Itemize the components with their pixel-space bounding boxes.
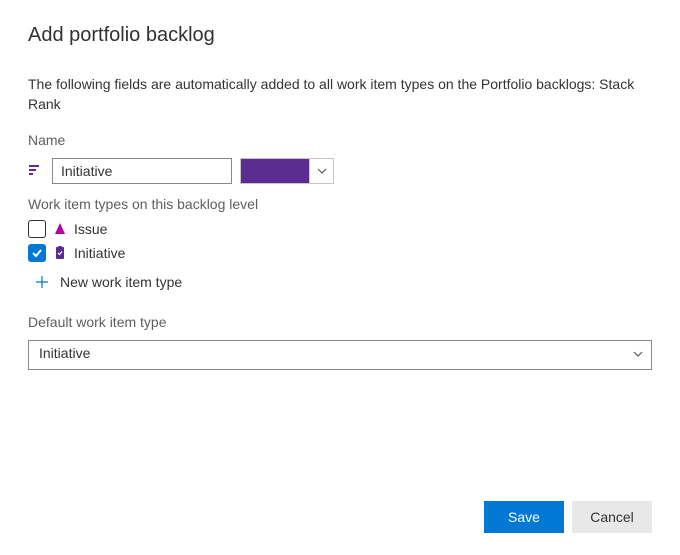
add-work-item-type-label: New work item type xyxy=(60,274,182,290)
issue-icon xyxy=(52,221,68,237)
checkbox-initiative[interactable] xyxy=(28,244,46,262)
chevron-down-icon[interactable] xyxy=(309,159,333,183)
dialog-footer: Save Cancel xyxy=(484,501,652,533)
work-item-types-label: Work item types on this backlog level xyxy=(28,196,652,212)
work-item-row-issue: Issue xyxy=(28,218,652,240)
name-label: Name xyxy=(28,132,652,148)
checkbox-issue[interactable] xyxy=(28,220,46,238)
work-item-label: Issue xyxy=(74,221,107,237)
dialog-title: Add portfolio backlog xyxy=(28,24,652,47)
default-type-select-wrapper: Initiative xyxy=(28,340,652,370)
dialog-description: The following fields are automatically a… xyxy=(28,75,652,114)
cancel-button[interactable]: Cancel xyxy=(572,501,652,533)
default-type-label: Default work item type xyxy=(28,314,652,330)
save-button[interactable]: Save xyxy=(484,501,564,533)
backlog-level-icon xyxy=(28,163,44,179)
name-row xyxy=(28,158,652,184)
color-picker[interactable] xyxy=(240,158,334,184)
plus-icon xyxy=(34,274,50,290)
work-item-label: Initiative xyxy=(74,245,125,261)
work-item-row-initiative: Initiative xyxy=(28,242,652,264)
add-work-item-type-button[interactable]: New work item type xyxy=(34,274,652,290)
name-input[interactable] xyxy=(52,158,232,184)
initiative-icon xyxy=(52,245,68,261)
default-type-select[interactable]: Initiative xyxy=(28,340,652,370)
color-swatch xyxy=(241,159,309,183)
